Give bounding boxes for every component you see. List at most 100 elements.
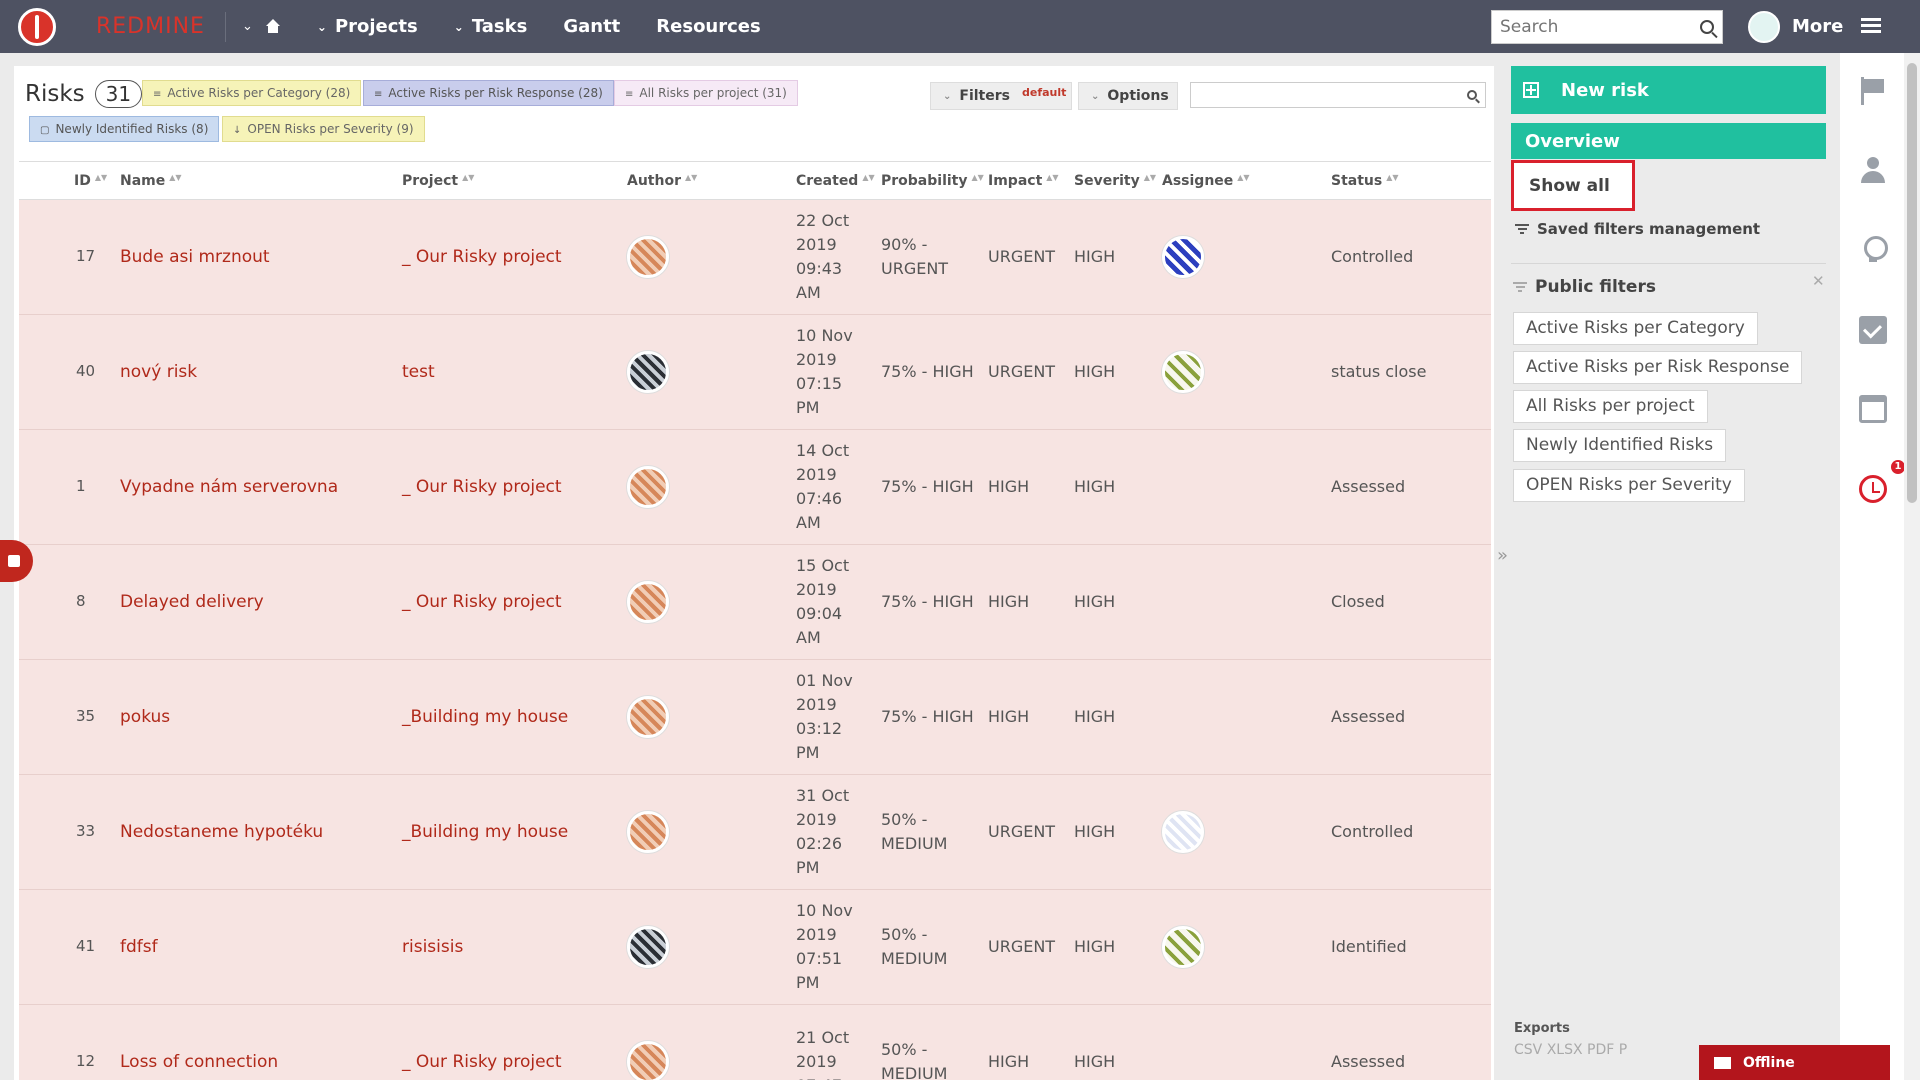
- risk-name-link[interactable]: nový risk: [120, 362, 197, 382]
- risk-name-link[interactable]: Delayed delivery: [120, 592, 264, 612]
- assignee-avatar[interactable]: [1162, 811, 1204, 853]
- author-avatar[interactable]: [627, 1041, 669, 1080]
- risk-created: 22 Oct 2019 09:43 AM: [796, 209, 849, 305]
- nav-resources[interactable]: Resources: [656, 16, 760, 37]
- column-header-created[interactable]: Created ▲▼: [796, 173, 875, 189]
- public-filter-item[interactable]: Active Risks per Risk Response: [1513, 351, 1803, 384]
- options-button[interactable]: ⌄ Options: [1078, 82, 1178, 110]
- quick-filter-category[interactable]: ≡ Active Risks per Category (28): [142, 80, 362, 106]
- public-filter-item[interactable]: All Risks per project: [1513, 390, 1708, 423]
- hamburger-menu-icon[interactable]: [1861, 18, 1881, 34]
- assignee-avatar[interactable]: [1162, 236, 1204, 278]
- search-icon[interactable]: [1700, 20, 1714, 34]
- created-line: 07:15: [796, 374, 843, 393]
- list-search-input[interactable]: [1190, 82, 1486, 108]
- search-icon[interactable]: [1467, 90, 1477, 100]
- quick-filter-newly-identified[interactable]: ▢ Newly Identified Risks (8): [29, 116, 220, 142]
- home-icon[interactable]: [265, 18, 281, 35]
- column-header-status[interactable]: Status ▲▼: [1331, 173, 1399, 189]
- author-avatar[interactable]: [627, 351, 669, 393]
- person-icon[interactable]: [1859, 157, 1887, 185]
- table-row[interactable]: 35 pokus _Building my house HIGH HIGH Assesse…: [19, 660, 1491, 775]
- table-row[interactable]: 41 fdfsf risisisis URGENT HIGH Identified 10 N…: [19, 890, 1491, 1005]
- risk-name-link[interactable]: Loss of connection: [120, 1052, 278, 1072]
- right-sidebar: New risk Overview Show all Saved filters…: [1497, 53, 1840, 1080]
- quick-filter-all-per-project[interactable]: ≡ All Risks per project (31): [614, 80, 798, 106]
- filters-button[interactable]: ⌄ Filters default: [930, 82, 1072, 110]
- column-header-impact[interactable]: Impact ▲▼: [988, 173, 1059, 189]
- column-header-severity[interactable]: Severity ▲▼: [1074, 173, 1156, 189]
- brand-name[interactable]: REDMINE: [96, 14, 205, 39]
- sort-icon: ▲▼: [684, 173, 698, 182]
- author-avatar[interactable]: [627, 466, 669, 508]
- page-scrollbar[interactable]: [1904, 53, 1920, 1080]
- author-avatar[interactable]: [627, 236, 669, 278]
- close-icon[interactable]: ✕: [1812, 272, 1825, 290]
- table-row[interactable]: 33 Nedostaneme hypotéku _Building my house…: [19, 775, 1491, 890]
- overview-button[interactable]: Overview: [1511, 123, 1826, 159]
- public-filter-item[interactable]: Newly Identified Risks: [1513, 429, 1727, 462]
- risk-project-link[interactable]: _Building my house: [402, 822, 568, 842]
- checklist-icon[interactable]: [1859, 316, 1887, 344]
- risk-impact: HIGH: [988, 477, 1030, 496]
- risk-name-link[interactable]: Bude asi mrznout: [120, 247, 270, 267]
- saved-filters-management-link[interactable]: Saved filters management: [1515, 220, 1760, 238]
- risk-name-link[interactable]: Nedostaneme hypotéku: [120, 822, 323, 842]
- author-avatar[interactable]: [627, 581, 669, 623]
- lightbulb-icon[interactable]: [1859, 236, 1888, 264]
- nav-gantt[interactable]: Gantt: [563, 16, 620, 37]
- risk-project-link[interactable]: _ Our Risky project: [402, 1052, 562, 1072]
- risk-project-link[interactable]: _ Our Risky project: [402, 247, 562, 267]
- risk-project-link[interactable]: _ Our Risky project: [402, 592, 562, 612]
- flag-icon[interactable]: [1859, 77, 1887, 105]
- table-row[interactable]: 17 Bude asi mrznout _ Our Risky project URG…: [19, 200, 1491, 315]
- risk-name-link[interactable]: fdfsf: [120, 937, 158, 957]
- nav-projects[interactable]: ⌄ Projects: [317, 16, 418, 37]
- table-row[interactable]: 12 Loss of connection _ Our Risky project H…: [19, 1005, 1491, 1080]
- quick-filter-label: All Risks per project (31): [639, 86, 787, 100]
- author-avatar[interactable]: [627, 696, 669, 738]
- probability-line: 90% -: [881, 235, 928, 254]
- column-header-id[interactable]: ID ▲▼: [74, 173, 107, 189]
- author-avatar[interactable]: [627, 926, 669, 968]
- risk-name-link[interactable]: Vypadne nám serverovna: [120, 477, 338, 497]
- risk-project-link[interactable]: _ Our Risky project: [402, 477, 562, 497]
- risk-project-link[interactable]: risisisis: [402, 937, 463, 957]
- app-logo[interactable]: [18, 7, 56, 46]
- risk-name-link[interactable]: pokus: [120, 707, 170, 727]
- column-header-probability[interactable]: Probability ▲▼: [881, 173, 984, 189]
- global-search-input[interactable]: [1500, 17, 1690, 37]
- risk-project-link[interactable]: test: [402, 362, 435, 382]
- probability-line: 75% - HIGH: [881, 362, 974, 381]
- column-header-project[interactable]: Project ▲▼: [402, 173, 474, 189]
- risk-project-link[interactable]: _Building my house: [402, 707, 568, 727]
- export-links[interactable]: CSV XLSX PDF P: [1514, 1042, 1699, 1058]
- public-filter-item[interactable]: Active Risks per Category: [1513, 312, 1758, 345]
- quick-filter-open-severity[interactable]: ↓ OPEN Risks per Severity (9): [222, 116, 425, 142]
- created-line: 10 Nov: [796, 326, 853, 345]
- calendar-icon[interactable]: [1859, 395, 1887, 423]
- public-filter-item[interactable]: OPEN Risks per Severity: [1513, 469, 1745, 502]
- collapse-sidebar-icon[interactable]: »: [1497, 545, 1508, 566]
- tree-icon: ≡: [153, 89, 162, 100]
- show-all-button[interactable]: Show all: [1511, 160, 1635, 211]
- alarm-clock-icon[interactable]: [1859, 475, 1887, 503]
- author-avatar[interactable]: [627, 811, 669, 853]
- assignee-avatar[interactable]: [1162, 351, 1204, 393]
- chevron-down-icon[interactable]: ⌄: [242, 19, 253, 34]
- table-row[interactable]: 8 Delayed delivery _ Our Risky project HIGH…: [19, 545, 1491, 660]
- table-row[interactable]: 1 Vypadne nám serverovna _ Our Risky proje…: [19, 430, 1491, 545]
- column-header-author[interactable]: Author ▲▼: [627, 173, 697, 189]
- quick-filter-risk-response[interactable]: ≡ Active Risks per Risk Response (28): [363, 80, 614, 106]
- table-row[interactable]: 40 nový risk test URGENT HIGH status close 10 …: [19, 315, 1491, 430]
- column-header-name[interactable]: Name ▲▼: [120, 173, 182, 189]
- user-avatar[interactable]: [1748, 11, 1780, 43]
- probability-line: 75% - HIGH: [881, 477, 974, 496]
- more-menu-button[interactable]: More: [1792, 16, 1843, 37]
- assignee-avatar[interactable]: [1162, 926, 1204, 968]
- scrollbar-thumb[interactable]: [1907, 63, 1917, 503]
- new-risk-button[interactable]: New risk: [1511, 66, 1826, 114]
- nav-tasks[interactable]: ⌄ Tasks: [454, 16, 528, 37]
- offline-chat-button[interactable]: Offline: [1699, 1045, 1890, 1080]
- column-header-assignee[interactable]: Assignee ▲▼: [1162, 173, 1250, 189]
